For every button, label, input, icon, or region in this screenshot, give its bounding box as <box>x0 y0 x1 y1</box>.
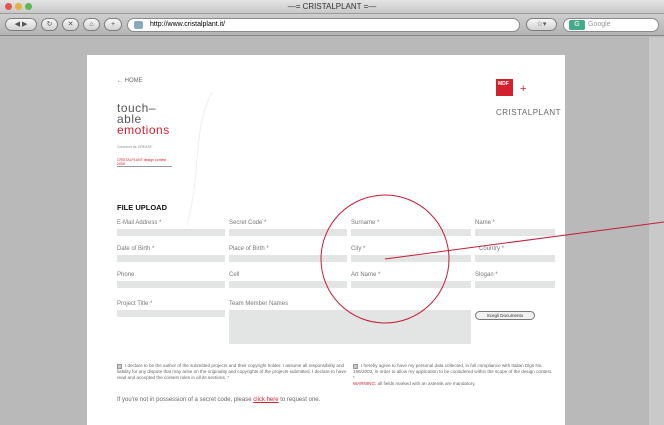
annotation-pointer-line <box>384 221 664 260</box>
annotation-overlay <box>320 194 664 324</box>
